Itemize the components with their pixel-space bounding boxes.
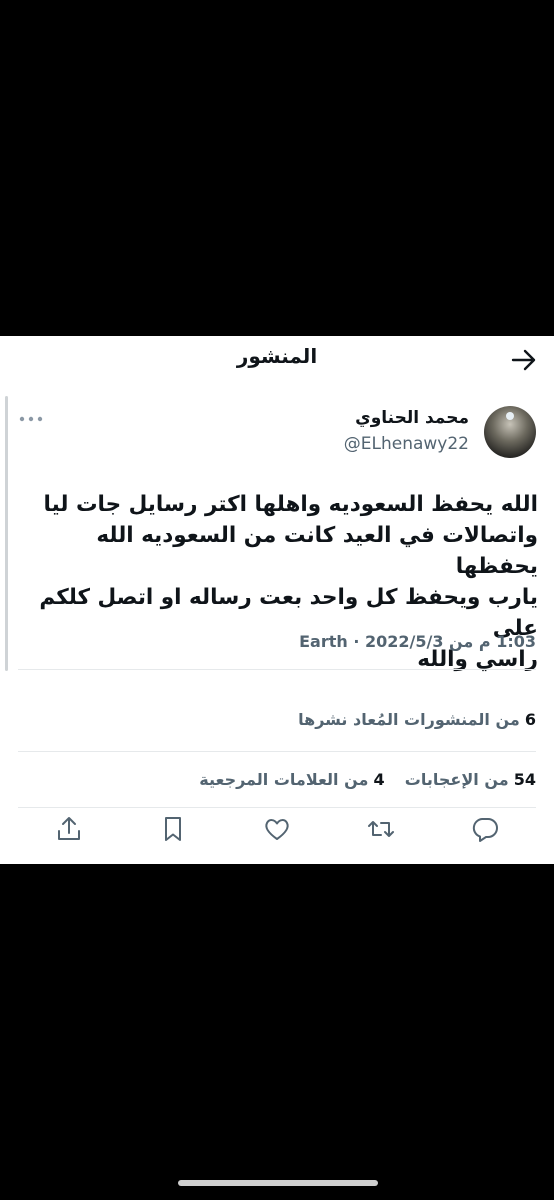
divider <box>18 669 536 670</box>
reposts-count: 6 <box>524 710 536 729</box>
author-display-name[interactable]: محمد الحناوي <box>355 408 469 428</box>
home-indicator[interactable] <box>178 1180 378 1186</box>
top-bar: المنشور <box>0 336 554 384</box>
bookmarks-stat[interactable]: 4 من العلامات المرجعية <box>199 770 384 789</box>
scrollbar[interactable] <box>5 396 8 671</box>
tweet-text-line: الله يحفظ السعوديه واهلها اكتر رسايل جات… <box>43 492 538 517</box>
avatar-light <box>506 412 514 420</box>
action-bar <box>0 814 554 854</box>
tweet-text-line: واتصالات في العيد كانت من السعوديه الله … <box>96 523 538 579</box>
reply-icon[interactable] <box>470 814 500 844</box>
divider <box>18 807 536 808</box>
engagement-stats: 54 من الإعجابات 4 من العلامات المرجعية <box>199 770 536 789</box>
divider <box>18 751 536 752</box>
page-title: المنشور <box>236 344 318 368</box>
likes-label: من الإعجابات <box>404 770 509 789</box>
tweet-timestamp: 1:03 م من Earth · 2022/5/3 <box>299 632 536 651</box>
bookmark-icon[interactable] <box>158 814 188 844</box>
author-handle[interactable]: @ELhenawy22 <box>344 434 469 454</box>
more-dots-icon[interactable] <box>18 412 44 426</box>
likes-count: 54 <box>513 770 536 789</box>
likes-stat[interactable]: 54 من الإعجابات <box>400 770 536 789</box>
heart-icon[interactable] <box>262 814 292 844</box>
bookmarks-label: من العلامات المرجعية <box>199 770 369 789</box>
reposts-label: من المنشورات المُعاد نشرها <box>298 710 520 729</box>
reposts-stat[interactable]: 6 من المنشورات المُعاد نشرها <box>298 710 536 729</box>
bookmarks-count: 4 <box>373 770 385 789</box>
retweet-icon[interactable] <box>366 814 396 844</box>
avatar[interactable] <box>484 406 536 458</box>
tweet-detail-card: المنشور محمد الحناوي @ELhenawy22 الله يح… <box>0 336 554 864</box>
share-icon[interactable] <box>54 814 84 844</box>
